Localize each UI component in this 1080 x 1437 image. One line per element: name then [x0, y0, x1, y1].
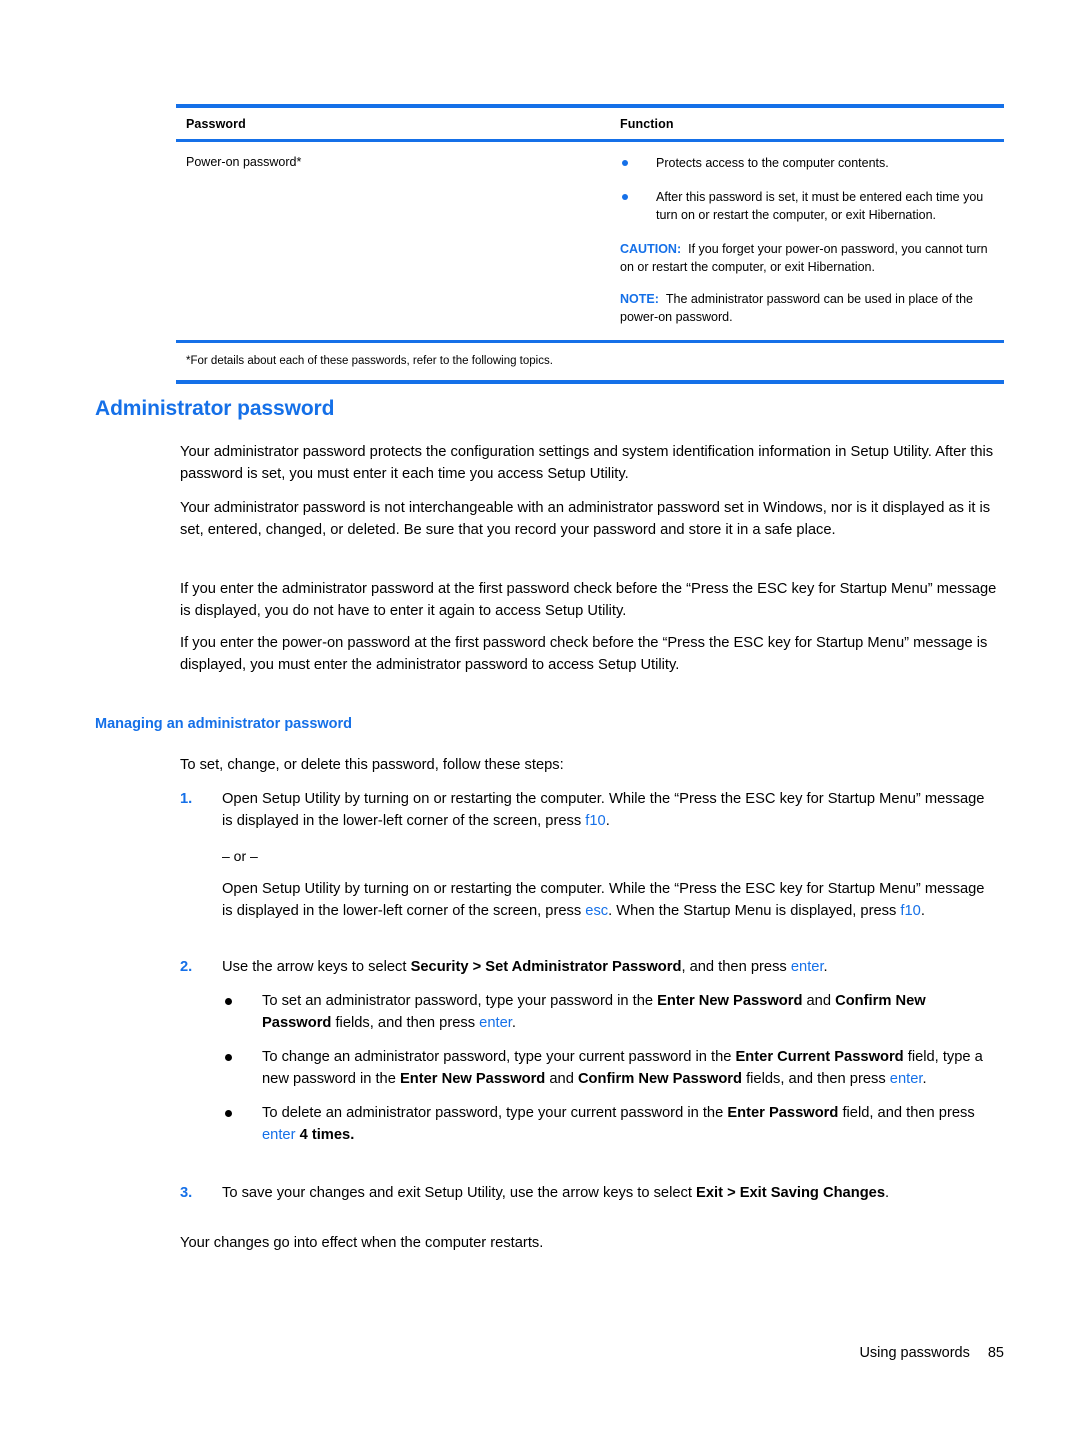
caution-admonition: CAUTION: If you forget your power-on pass… — [620, 240, 1004, 276]
key-enter: enter — [790, 959, 824, 975]
step-number: 3. — [180, 1185, 193, 1201]
table-footnote: *For details about each of these passwor… — [186, 355, 553, 367]
step-1-alt-text-b: . When the Startup Menu is displayed, pr… — [608, 903, 901, 919]
bullet-icon — [622, 194, 628, 200]
step-2-text-c: . — [823, 959, 828, 975]
table-row: Power-on password* Protects access to th… — [176, 142, 1004, 340]
field-enter-current-password: Enter Current Password — [735, 1049, 904, 1065]
table-cell-function: Protects access to the computer contents… — [596, 154, 1004, 326]
paragraph-administrator-intro: Your administrator password protects the… — [180, 444, 994, 482]
note-text: The administrator password can be used i… — [620, 292, 974, 324]
bullet-2-text-b: field, and then press — [838, 1105, 975, 1121]
bullet-0-text-d: . — [511, 1015, 516, 1031]
step-1-text-b: . — [605, 813, 610, 829]
page-number: 85 — [987, 1345, 1004, 1361]
key-f10: f10 — [585, 813, 606, 829]
step-2-text-b: , and then press — [681, 959, 791, 975]
field-confirm-new-password: Confirm New Password — [577, 1071, 742, 1087]
bullet-1-text-e: . — [922, 1071, 927, 1087]
page-title: Administrator password — [95, 397, 335, 420]
key-f10: f10 — [900, 903, 921, 919]
step-1: 1. Open Setup Utility by turning on or r… — [180, 788, 998, 832]
step-3: 3. To save your changes and exit Setup U… — [180, 1182, 998, 1204]
press-count: 4 times. — [299, 1127, 355, 1143]
step-3-text-a: To save your changes and exit Setup Util… — [222, 1185, 697, 1201]
paragraph-not-interchangeable: Your administrator password is not inter… — [180, 500, 991, 538]
bullet-1-text-c: and — [545, 1071, 578, 1087]
bullet-0-text-c: fields, and then press — [331, 1015, 480, 1031]
menu-path-security: Security > Set Administrator Password — [410, 959, 682, 975]
page-footer: Using passwords 85 — [859, 1345, 1004, 1361]
bullet-icon — [225, 1054, 232, 1061]
step-number: 2. — [180, 959, 193, 975]
key-enter: enter — [479, 1015, 512, 1031]
bullet-0-text-b: and — [802, 993, 836, 1009]
list-item: After this password is set, it must be e… — [620, 188, 1004, 224]
list-item: To set an administrator password, type y… — [222, 990, 998, 1034]
step-text: To save your changes and exit Setup Util… — [222, 1182, 998, 1204]
power-on-password-label: Power-on password* — [186, 155, 302, 169]
bullet-0-text-a: To set an administrator password, type y… — [262, 993, 658, 1009]
document-page: Password Function Power-on password* Pro… — [0, 0, 1080, 1437]
table-header-function: Function — [620, 117, 674, 131]
bullet-icon — [622, 160, 628, 166]
step-1-alt-text-c: . — [920, 903, 925, 919]
field-enter-new-password: Enter New Password — [657, 993, 803, 1009]
field-enter-password: Enter Password — [727, 1105, 839, 1121]
or-separator: – or – — [222, 848, 258, 864]
paragraph-changes-effect: Your changes go into effect when the com… — [180, 1235, 544, 1251]
step-1-alternate: Open Setup Utility by turning on or rest… — [180, 878, 998, 922]
or-separator-row: – or – — [180, 845, 998, 868]
bullet-1-text-a: To change an administrator password, typ… — [262, 1049, 736, 1065]
table-cell-password: Power-on password* — [176, 154, 596, 326]
caution-label: CAUTION: — [620, 242, 682, 256]
list-item: To delete an administrator password, typ… — [222, 1102, 998, 1146]
step-text: Open Setup Utility by turning on or rest… — [222, 788, 998, 832]
bullet-icon — [225, 1110, 232, 1117]
list-item: Protects access to the computer contents… — [620, 154, 1004, 172]
list-item: To change an administrator password, typ… — [222, 1046, 998, 1090]
function-bullet-list: Protects access to the computer contents… — [620, 154, 1004, 224]
field-enter-new-password: Enter New Password — [399, 1071, 546, 1087]
step-2: 2. Use the arrow keys to select Security… — [180, 956, 998, 978]
bullet-text: Protects access to the computer contents… — [656, 156, 889, 170]
key-esc: esc — [585, 903, 609, 919]
password-table: Password Function Power-on password* Pro… — [176, 104, 1004, 384]
table-header-row: Password Function — [176, 108, 1004, 139]
step-number: 1. — [180, 791, 193, 807]
table-header-password: Password — [186, 117, 246, 131]
step-text: Open Setup Utility by turning on or rest… — [222, 878, 998, 922]
bullet-text: After this password is set, it must be e… — [656, 190, 984, 222]
menu-path-exit: Exit > Exit Saving Changes — [696, 1185, 886, 1201]
bullet-1-text-d: fields, and then press — [742, 1071, 890, 1087]
step-3-text-b: . — [885, 1185, 890, 1201]
key-enter: enter — [889, 1071, 923, 1087]
note-admonition: NOTE: The administrator password can be u… — [620, 290, 1004, 326]
key-enter: enter — [262, 1127, 296, 1143]
table-bottom-rule — [176, 380, 1004, 384]
step-text: Use the arrow keys to select Security > … — [222, 956, 998, 978]
paragraph-poweron-first-check: If you enter the power-on password at th… — [180, 635, 988, 673]
paragraph-steps-intro: To set, change, or delete this password,… — [180, 757, 564, 773]
note-label: NOTE: — [620, 292, 659, 306]
subsection-title: Managing an administrator password — [95, 716, 353, 732]
footer-label: Using passwords — [859, 1345, 970, 1361]
step-2-text-a: Use the arrow keys to select — [222, 959, 411, 975]
step-2-bullet-list: To set an administrator password, type y… — [222, 990, 998, 1158]
bullet-icon — [225, 998, 232, 1005]
bullet-2-text-a: To delete an administrator password, typ… — [262, 1105, 728, 1121]
paragraph-admin-first-check: If you enter the administrator password … — [180, 581, 997, 619]
